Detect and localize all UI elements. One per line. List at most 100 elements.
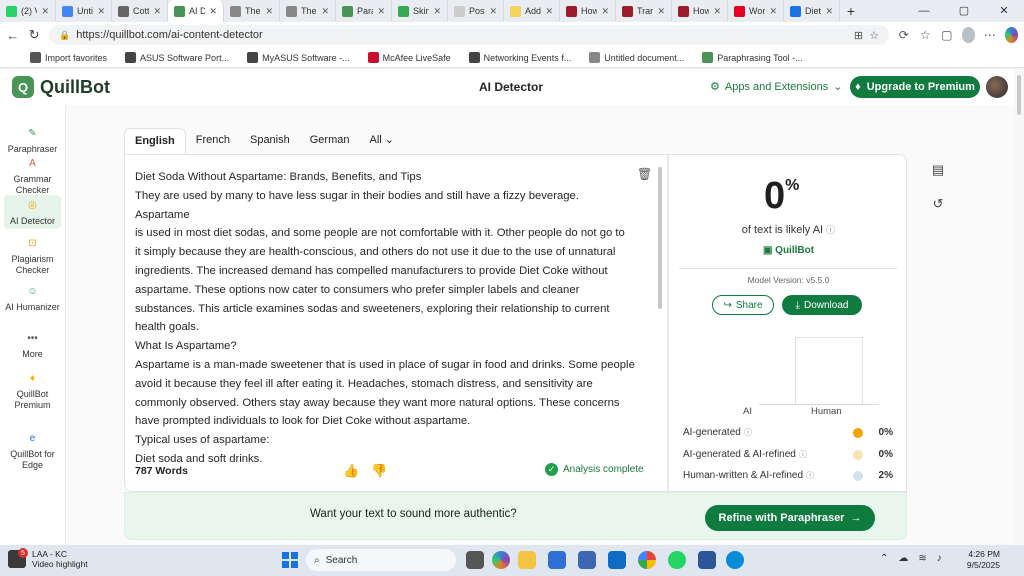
- favorite-link[interactable]: MyASUS Software -...: [247, 52, 350, 63]
- avatar[interactable]: [986, 76, 1008, 98]
- browser-tab[interactable]: (2) V ✕: [0, 0, 56, 22]
- more-icon[interactable]: ⋯: [983, 28, 997, 42]
- taskbar-clock[interactable]: 4:26 PM 9/5/2025: [960, 549, 1000, 571]
- copilot-icon[interactable]: [1004, 27, 1018, 43]
- close-icon[interactable]: ✕: [769, 6, 777, 17]
- trash-icon[interactable]: 🗑: [637, 167, 652, 181]
- favorite-link[interactable]: ASUS Software Port...: [125, 52, 229, 63]
- refine-with-paraphraser-button[interactable]: Refine with Paraphraser →: [705, 505, 875, 531]
- editor-scrollbar[interactable]: [658, 167, 662, 309]
- editor-text[interactable]: Diet Soda Without Aspartame: Brands, Ben…: [135, 168, 635, 469]
- comment-icon[interactable]: ▤: [930, 162, 946, 178]
- favorite-link[interactable]: Paraphrasing Tool -...: [702, 52, 803, 63]
- share-button[interactable]: ↪ Share: [712, 295, 774, 315]
- url-field[interactable]: 🔒 https://quillbot.com/ai-content-detect…: [49, 25, 889, 45]
- rail-item[interactable]: ••• More: [4, 330, 61, 360]
- favorite-link[interactable]: Networking Events f...: [468, 52, 571, 63]
- info-icon[interactable]: ⓘ: [799, 450, 807, 459]
- close-icon[interactable]: ✕: [657, 6, 665, 17]
- rail-item[interactable]: ◎ AI Detector: [4, 195, 61, 229]
- history-icon[interactable]: ↺: [930, 196, 946, 212]
- info-icon[interactable]: ⓘ: [826, 225, 835, 235]
- word-icon[interactable]: [698, 551, 716, 569]
- favorite-link[interactable]: Import favorites: [30, 52, 107, 63]
- rail-item[interactable]: ☺ AI Humanizer: [4, 283, 61, 313]
- minimize-icon[interactable]: —: [904, 0, 944, 22]
- browser-tab[interactable]: Add ✕: [504, 0, 560, 22]
- browser-tab[interactable]: AI D ✕: [168, 0, 224, 22]
- browser-tab[interactable]: Para ✕: [336, 0, 392, 22]
- favorite-link[interactable]: McAfee LiveSafe: [367, 52, 451, 63]
- store-icon[interactable]: [548, 551, 566, 569]
- close-icon[interactable]: ✕: [377, 6, 385, 17]
- close-icon[interactable]: ✕: [41, 6, 49, 17]
- favorite-star-icon[interactable]: ☆: [869, 29, 879, 42]
- close-icon[interactable]: ✕: [433, 6, 441, 17]
- outlook-icon[interactable]: [608, 551, 626, 569]
- download-button[interactable]: ⤓ Download: [782, 295, 862, 315]
- chevron-up-icon[interactable]: ⌃: [880, 553, 888, 564]
- cloud-icon[interactable]: ☁: [898, 553, 908, 564]
- close-window-icon[interactable]: ✕: [984, 0, 1024, 22]
- language-tab[interactable]: German: [300, 128, 360, 154]
- taskbar-search[interactable]: ⌕ Search: [306, 549, 456, 571]
- upgrade-premium-button[interactable]: ♦ Upgrade to Premium: [850, 76, 980, 98]
- close-icon[interactable]: ✕: [545, 6, 553, 17]
- new-tab-button[interactable]: +: [840, 3, 862, 19]
- maximize-icon[interactable]: ▢: [944, 0, 984, 22]
- close-icon[interactable]: ✕: [153, 6, 161, 17]
- calendar-icon[interactable]: [578, 551, 596, 569]
- favorites-icon[interactable]: ☆: [919, 28, 933, 42]
- browser-tab[interactable]: Tran ✕: [616, 0, 672, 22]
- back-icon[interactable]: ←: [6, 28, 20, 43]
- language-tab[interactable]: Spanish: [240, 128, 300, 154]
- rail-item[interactable]: ✎ Paraphraser: [4, 125, 61, 155]
- info-icon[interactable]: ⓘ: [744, 428, 752, 437]
- rail-item[interactable]: ⊡ Plagiarism Checker: [4, 235, 61, 276]
- close-icon[interactable]: ✕: [713, 6, 721, 17]
- whatsapp-icon[interactable]: [668, 551, 686, 569]
- task-view-icon[interactable]: [466, 551, 484, 569]
- file-explorer-icon[interactable]: [518, 551, 536, 569]
- windows-start-icon[interactable]: [282, 552, 298, 568]
- extensions-icon[interactable]: ⟳: [897, 28, 911, 42]
- quillbot-logo[interactable]: Q QuillBot: [12, 76, 110, 98]
- thumbs-up-icon[interactable]: 👍: [343, 463, 359, 479]
- close-icon[interactable]: ✕: [321, 6, 329, 17]
- info-icon[interactable]: ⓘ: [806, 471, 814, 480]
- wifi-icon[interactable]: ≋: [918, 553, 926, 564]
- copilot-taskbar-icon[interactable]: [492, 551, 510, 569]
- browser-tab[interactable]: Post ✕: [448, 0, 504, 22]
- language-tab[interactable]: French: [186, 128, 240, 154]
- close-icon[interactable]: ✕: [265, 6, 273, 17]
- browser-tab[interactable]: The ✕: [280, 0, 336, 22]
- close-icon[interactable]: ✕: [209, 6, 217, 17]
- chrome-icon[interactable]: [638, 551, 656, 569]
- close-icon[interactable]: ✕: [97, 6, 105, 17]
- browser-tab[interactable]: Untit✕: [56, 0, 112, 22]
- refresh-icon[interactable]: ↻: [28, 27, 42, 43]
- text-editor[interactable]: Diet Soda Without Aspartame: Brands, Ben…: [124, 154, 668, 492]
- apps-extensions-menu[interactable]: ⚙ Apps and Extensions ⌄: [710, 80, 842, 94]
- page-scrollbar-thumb[interactable]: [1017, 75, 1021, 115]
- rail-item[interactable]: A Grammar Checker: [4, 155, 61, 196]
- language-tab[interactable]: English: [124, 128, 186, 154]
- rail-item[interactable]: e QuillBot for Edge: [4, 430, 61, 471]
- close-icon[interactable]: ✕: [489, 6, 497, 17]
- browser-tab[interactable]: How ✕: [672, 0, 728, 22]
- browser-tab[interactable]: Cotts✕: [112, 0, 168, 22]
- page-scrollbar[interactable]: [1014, 69, 1024, 545]
- close-icon[interactable]: ✕: [825, 6, 833, 17]
- browser-tab[interactable]: Wor ✕: [728, 0, 784, 22]
- profile-icon[interactable]: [961, 27, 975, 43]
- close-icon[interactable]: ✕: [601, 6, 609, 17]
- language-tab[interactable]: All ⌄: [360, 128, 405, 154]
- browser-tab[interactable]: Skin ✕: [392, 0, 448, 22]
- browser-tab[interactable]: The ✕: [224, 0, 280, 22]
- news-widget[interactable]: 5 LAA - KC Video highlight: [8, 548, 88, 569]
- app-available-icon[interactable]: ⊞: [854, 29, 863, 42]
- collections-icon[interactable]: ▢: [940, 28, 954, 42]
- browser-tab[interactable]: How ✕: [560, 0, 616, 22]
- volume-icon[interactable]: ♪: [937, 553, 942, 564]
- thumbs-down-icon[interactable]: 👎: [371, 463, 387, 479]
